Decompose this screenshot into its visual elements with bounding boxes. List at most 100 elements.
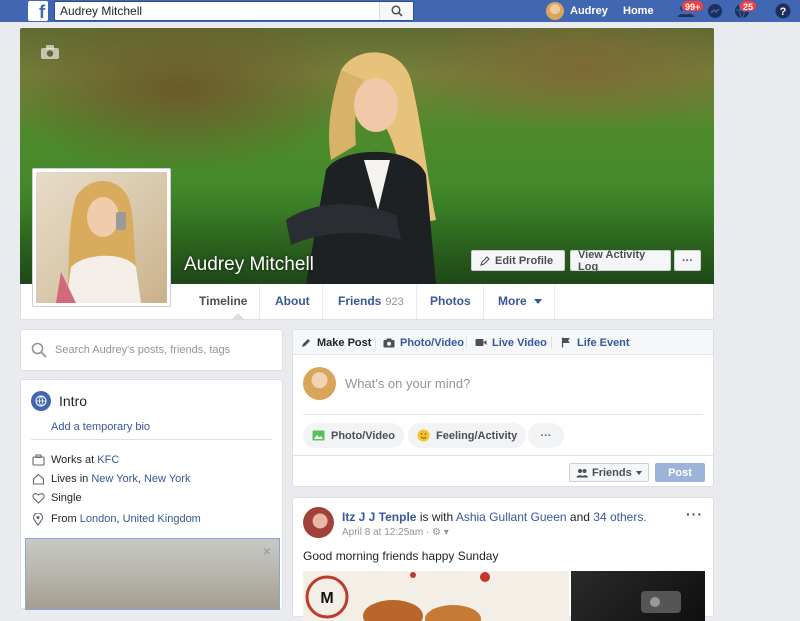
intro-from-row: From London, United Kingdom [31,511,201,527]
home-link[interactable]: Home [623,5,654,17]
help-icon: ? [775,3,791,19]
tab-make-post-label: Make Post [317,336,372,349]
from-city-link[interactable]: London [80,513,117,525]
svg-text:?: ? [780,6,787,18]
profile-picture[interactable] [32,168,171,307]
tab-about[interactable]: About [263,284,323,319]
post-header: Itz J J Tenple is with Ashia Gullant Gue… [342,510,647,524]
more-dots-icon: ··· [682,254,693,267]
post-others-link[interactable]: 34 others. [593,510,646,524]
pencil-icon [302,339,310,347]
feeling-activity-pill[interactable]: Feeling/Activity [408,423,527,448]
cover-more-button[interactable]: ··· [674,250,701,271]
from-prefix: From [51,513,77,525]
post-tagged-link[interactable]: Ashia Gullant Gueen [456,510,567,524]
post-button[interactable]: Post [655,463,705,482]
chevron-down-icon [534,299,543,305]
audience-selector[interactable]: Friends [569,463,649,482]
global-search-input[interactable] [55,2,375,20]
work-prefix: Works at [51,454,95,466]
heart-icon [31,491,45,505]
tab-photos[interactable]: Photos [418,284,484,319]
post-options-button[interactable]: ··· [686,506,703,522]
camera-icon[interactable] [40,44,60,60]
profile-search-box[interactable]: Search Audrey's posts, friends, tags [20,329,283,371]
post-image-2[interactable] [571,571,705,621]
tab-live-video[interactable]: Live Video [475,330,547,355]
intro-relationship-row: Single [31,490,82,506]
search-icon [390,5,403,17]
top-profile-link[interactable]: Audrey [546,1,608,21]
work-link[interactable]: KFC [97,454,119,466]
tab-photo-video-label: Photo/Video [400,336,464,349]
intro-title: Intro [59,393,88,409]
status-input[interactable]: What's on your mind? [345,376,470,391]
divider [466,337,467,348]
active-tab-indicator [232,313,244,319]
tab-life-event[interactable]: Life Event [561,330,630,355]
from-separator: , [116,513,120,525]
privacy-icon[interactable]: ⚙ ▾ [432,527,449,538]
divider [551,337,552,348]
post-image-1[interactable]: M [303,571,569,621]
tab-friends[interactable]: Friends 923 [326,284,417,319]
post-with-text: is with [419,510,454,524]
avatar[interactable] [303,507,334,538]
top-user-name: Audrey [570,5,608,17]
tab-make-post[interactable]: Make Post [301,330,371,355]
global-search-box[interactable] [54,1,414,21]
close-icon[interactable]: × [263,543,271,559]
profile-search-placeholder: Search Audrey's posts, friends, tags [55,344,231,356]
facebook-logo-icon[interactable]: f [28,1,48,21]
briefcase-icon [31,453,45,467]
photo-icon [312,430,325,441]
composer-more-button[interactable]: ··· [528,423,564,448]
search-icon [31,342,47,358]
photo-video-pill[interactable]: Photo/Video [303,423,404,448]
intro-work-row: Works at KFC [31,452,119,468]
more-dots-icon: ··· [540,429,552,442]
svg-text:M: M [320,590,333,607]
edit-profile-label: Edit Profile [495,254,554,267]
divider [375,337,376,348]
featured-photo-tile[interactable]: × [25,538,280,610]
tab-life-event-label: Life Event [577,336,630,349]
post-author-link[interactable]: Itz J J Tenple [342,510,416,524]
friend-requests-button[interactable]: 99+ [677,0,705,20]
search-button[interactable] [379,2,413,20]
view-activity-log-button[interactable]: View Activity Log [570,248,671,273]
right-sidebar-area [715,22,800,603]
avatar [546,2,564,20]
profile-name: Audrey Mitchell [184,254,314,275]
notifications-button[interactable]: 25 [733,0,758,20]
help-button[interactable]: ? [774,2,792,20]
lives-separator: , [137,473,141,485]
avatar [303,367,336,400]
tab-more[interactable]: More [486,284,556,319]
video-camera-icon [475,339,487,346]
divider [31,439,272,440]
camera-icon [383,338,395,347]
lives-city-link[interactable]: New York [91,473,137,485]
tab-timeline[interactable]: Timeline [187,284,261,319]
friends-count: 923 [385,296,404,308]
edit-profile-button[interactable]: Edit Profile [471,250,565,271]
lives-state-link[interactable]: New York [144,473,190,485]
composer-tabs: Make Post Photo/Video Live Video Life Ev… [293,330,713,355]
chevron-down-icon [635,470,642,475]
tab-more-label: More [498,294,527,308]
location-pin-icon [31,512,45,526]
from-country-link[interactable]: United Kingdom [123,513,201,525]
flag-icon [561,337,570,348]
post-timestamp[interactable]: April 8 at 12:25am · [342,527,429,538]
photo-video-pill-label: Photo/Video [331,429,395,442]
add-bio-link[interactable]: Add a temporary bio [51,421,150,433]
messages-button[interactable] [706,2,724,20]
friend-requests-badge: 99+ [681,0,705,12]
activity-log-label: View Activity Log [578,248,646,273]
post-image-2-art [641,591,681,613]
pencil-icon [480,255,490,266]
relationship-status: Single [51,492,82,504]
tab-photo-video[interactable]: Photo/Video [383,330,464,355]
intro-lives-row: Lives in New York, New York [31,471,190,487]
